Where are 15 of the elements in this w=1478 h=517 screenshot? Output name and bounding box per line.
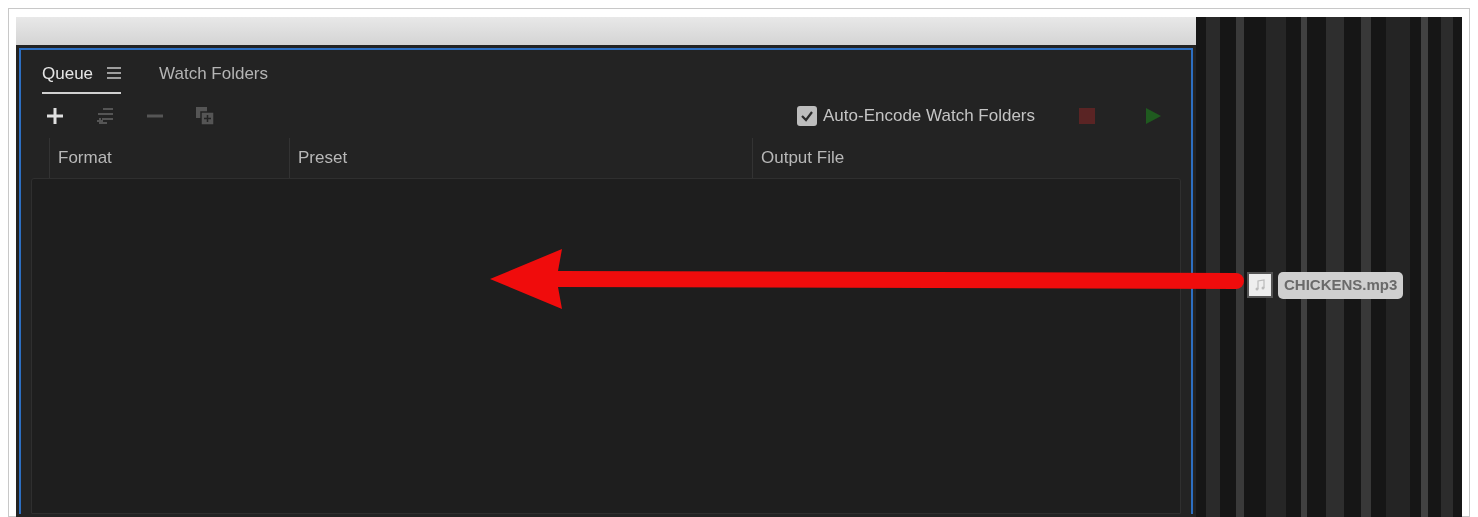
check-icon [800, 109, 815, 123]
tab[interactable]: Watch Folders [159, 60, 268, 86]
duplicate-icon [195, 106, 215, 126]
checkbox-label: Auto-Encode Watch Folders [823, 105, 1035, 128]
column-header[interactable]: Format [58, 145, 112, 171]
music-file-icon [1247, 272, 1273, 299]
file-name: CHICKENS.mp3 [1278, 272, 1404, 299]
checkbox[interactable] [797, 106, 818, 126]
add-icon [45, 106, 65, 126]
column-header[interactable]: Output File [761, 145, 845, 171]
menu-icon[interactable] [107, 67, 122, 80]
column-header[interactable]: Preset [298, 145, 348, 171]
remove-icon [145, 114, 165, 118]
tab[interactable]: Queue [42, 60, 94, 86]
sliders-icon [95, 106, 115, 126]
